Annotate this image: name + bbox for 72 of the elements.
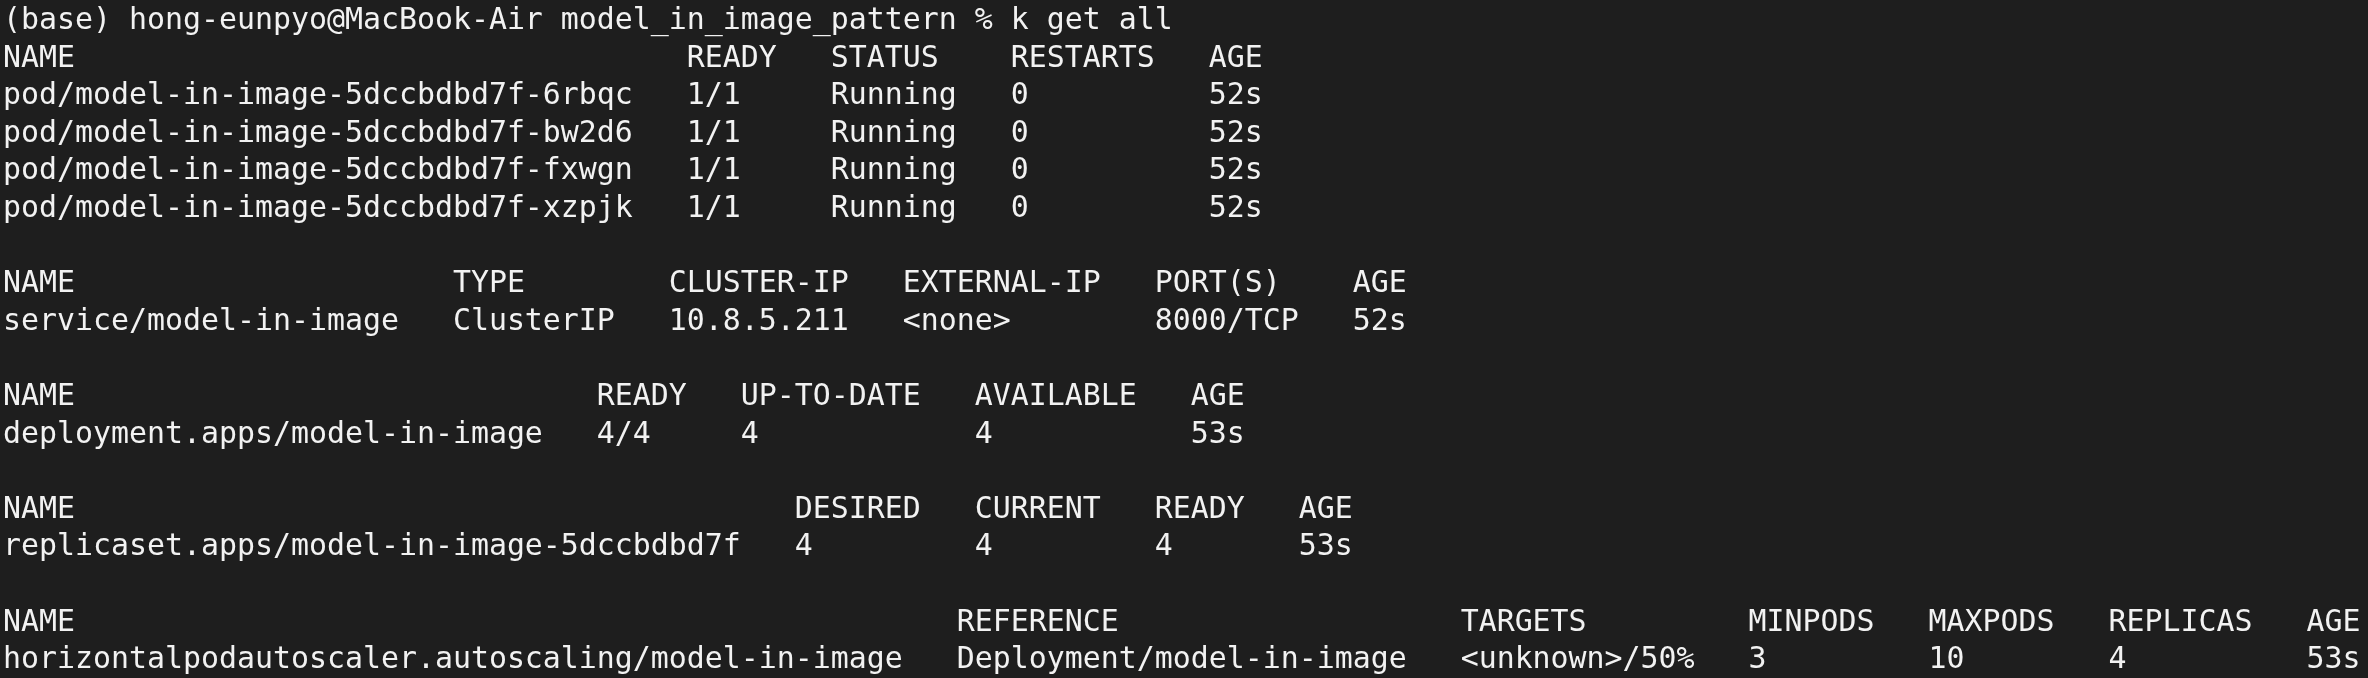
table-cell-text: 4 — [1154, 526, 1174, 564]
table-cell-text: 1/1 — [686, 75, 742, 113]
table-cell-text: 10 — [1928, 639, 1966, 677]
table-cell-text: 1/1 — [686, 187, 742, 226]
table-cell-text: 4 — [2108, 639, 2128, 677]
column-header: TARGETS — [1460, 601, 1588, 640]
table-cell-text: 10.8.5.211 — [668, 300, 850, 339]
table-cell-text: Running — [830, 150, 958, 188]
column-header: MAXPODS — [1928, 601, 2056, 640]
table-cell-text: <none> — [902, 300, 1012, 339]
command-prompt: (base) hong-eunpyo@MacBook-Air model_in_image_pattern % k get all — [3, 1, 1173, 36]
table-cell: 52s — [1352, 300, 1407, 339]
column-header: MINPODS — [1748, 601, 1876, 640]
column-header: AGE — [1352, 263, 1407, 301]
column-header: UP-TO-DATE — [740, 375, 922, 414]
table-cell: 52s — [1208, 112, 1263, 151]
column-header: READY — [596, 375, 688, 414]
table-cell-text: horizontalpodautoscaler.autoscaling/model-in-image — [3, 639, 904, 677]
table-cell-text: 4 — [794, 526, 814, 564]
table-cell-text: <unknown>/50% — [1460, 639, 1696, 677]
table-cell-text: deployment.apps/model-in-image — [3, 413, 544, 452]
table-cell-text: Deployment/model-in-image — [956, 639, 1408, 677]
column-header: AGE — [1208, 37, 1263, 76]
column-header: NAME — [3, 601, 76, 640]
table-cell-text: 1/1 — [686, 150, 742, 188]
table-cell-text: 4 — [740, 413, 760, 452]
table-cell-text: pod/model-in-image-5dccbdbd7f-fxwgn — [3, 150, 634, 188]
column-header: NAME — [3, 37, 76, 76]
column-header: NAME — [3, 375, 76, 414]
table-cell-text: ClusterIP — [452, 300, 616, 339]
table-cell: 52s — [1208, 75, 1263, 113]
table-cell-text: replicaset.apps/model-in-image-5dccbdbd7f — [3, 526, 742, 564]
column-header: PORT(S) — [1154, 263, 1282, 301]
column-header: AGE — [2306, 601, 2361, 640]
table-cell-text: 3 — [1748, 639, 1768, 677]
column-header: TYPE — [452, 263, 526, 301]
column-header: STATUS — [830, 37, 940, 76]
table-cell-text: 0 — [1010, 150, 1030, 188]
column-header: DESIRED — [794, 488, 922, 527]
column-header: AGE — [1298, 488, 1353, 527]
column-header: READY — [1154, 488, 1246, 527]
column-header: CLUSTER-IP — [668, 263, 850, 301]
table-cell: 53s — [1298, 526, 1353, 564]
column-header: RESTARTS — [1010, 37, 1156, 76]
table-cell-text: Running — [830, 187, 958, 226]
table-cell-text: Running — [830, 75, 958, 113]
column-header: AVAILABLE — [974, 375, 1138, 414]
table-cell-text: service/model-in-image — [3, 300, 400, 339]
table-cell: 52s — [1208, 187, 1263, 226]
column-header: NAME — [3, 263, 76, 301]
column-header: READY — [686, 37, 778, 76]
column-header: AGE — [1190, 375, 1245, 414]
table-cell: 53s — [2306, 639, 2361, 677]
table-cell-text: 0 — [1010, 187, 1030, 226]
table-cell-text: 4/4 — [596, 413, 652, 452]
table-cell-text: 4 — [974, 413, 994, 452]
column-header: EXTERNAL-IP — [902, 263, 1102, 301]
table-cell: 53s — [1190, 413, 1245, 452]
table-cell-text: 4 — [974, 526, 994, 564]
table-cell-text: pod/model-in-image-5dccbdbd7f-6rbqc — [3, 75, 634, 113]
table-cell: 52s — [1208, 150, 1263, 188]
column-header: CURRENT — [974, 488, 1102, 527]
table-cell-text: pod/model-in-image-5dccbdbd7f-bw2d6 — [3, 112, 634, 151]
table-cell-text: 1/1 — [686, 112, 742, 151]
table-cell-text: pod/model-in-image-5dccbdbd7f-xzpjk — [3, 187, 634, 226]
column-header: NAME — [3, 488, 76, 527]
table-cell-text: 0 — [1010, 112, 1030, 151]
table-cell-text: Running — [830, 112, 958, 151]
column-header: REFERENCE — [956, 601, 1120, 640]
table-cell-text: 0 — [1010, 75, 1030, 113]
table-cell-text: 8000/TCP — [1154, 300, 1300, 339]
column-header: REPLICAS — [2108, 601, 2254, 640]
